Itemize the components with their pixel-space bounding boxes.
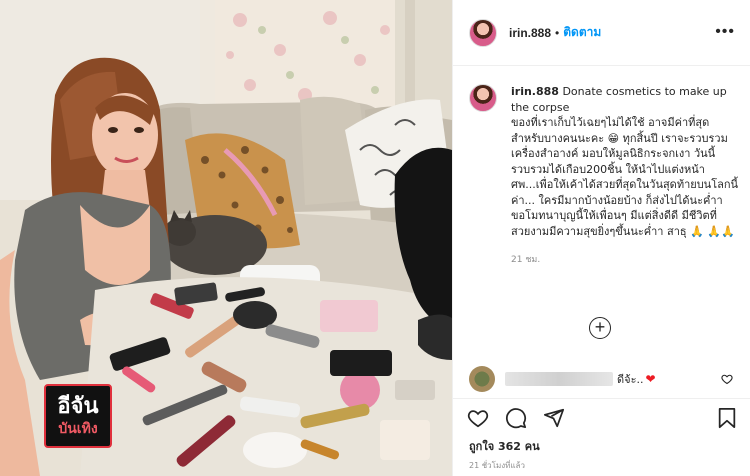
- follow-button[interactable]: ติดตาม: [563, 23, 601, 42]
- profile-avatar[interactable]: [469, 18, 497, 47]
- header-username[interactable]: irin.888: [509, 26, 551, 40]
- commenter-avatar[interactable]: [469, 366, 495, 392]
- share-icon[interactable]: [543, 407, 565, 429]
- comment-icon[interactable]: [505, 407, 527, 429]
- caption-username[interactable]: irin.888: [511, 85, 559, 98]
- blurred-username: [505, 372, 613, 386]
- comment-text: ดีจ้ะ..: [617, 373, 644, 386]
- like-icon[interactable]: [467, 407, 489, 429]
- action-buttons: [467, 407, 565, 429]
- post-details-panel: irin.888 • ติดตาม ••• irin.888 Donate co…: [452, 0, 750, 476]
- comment-like-icon[interactable]: [721, 373, 733, 388]
- caption-text: ของที่เราเก็บไว้เฉยๆไม่ได้ใช้ อาจมีค่าที…: [511, 116, 739, 238]
- channel-watermark: อีจัน บันเทิง: [44, 384, 112, 448]
- bookmark-icon[interactable]: [717, 407, 737, 429]
- red-heart-emoji: ❤: [645, 372, 656, 386]
- caption-avatar[interactable]: [469, 84, 497, 112]
- watermark-line1: อีจัน: [57, 394, 99, 419]
- post-header: irin.888 • ติดตาม •••: [453, 0, 750, 66]
- caption-timestamp[interactable]: 21 ชม.: [511, 253, 739, 269]
- post-photo[interactable]: อีจัน บันเทิง: [0, 0, 452, 476]
- post-actions: ถูกใจ 362 คน 21 ชั่วโมงที่แล้ว: [453, 398, 750, 476]
- like-count[interactable]: ถูกใจ 362 คน: [469, 437, 540, 455]
- add-circle-icon[interactable]: +: [589, 317, 611, 339]
- post-caption: irin.888 Donate cosmetics to make up the…: [469, 84, 739, 269]
- comment-row: ดีจ้ะ.. ❤: [469, 365, 739, 393]
- caption-body: irin.888 Donate cosmetics to make up the…: [511, 84, 739, 269]
- separator-dot: •: [555, 25, 560, 40]
- more-options-icon[interactable]: •••: [715, 24, 735, 40]
- watermark-line2: บันเทิง: [58, 421, 98, 437]
- post-time-ago[interactable]: 21 ชั่วโมงที่แล้ว: [469, 459, 525, 472]
